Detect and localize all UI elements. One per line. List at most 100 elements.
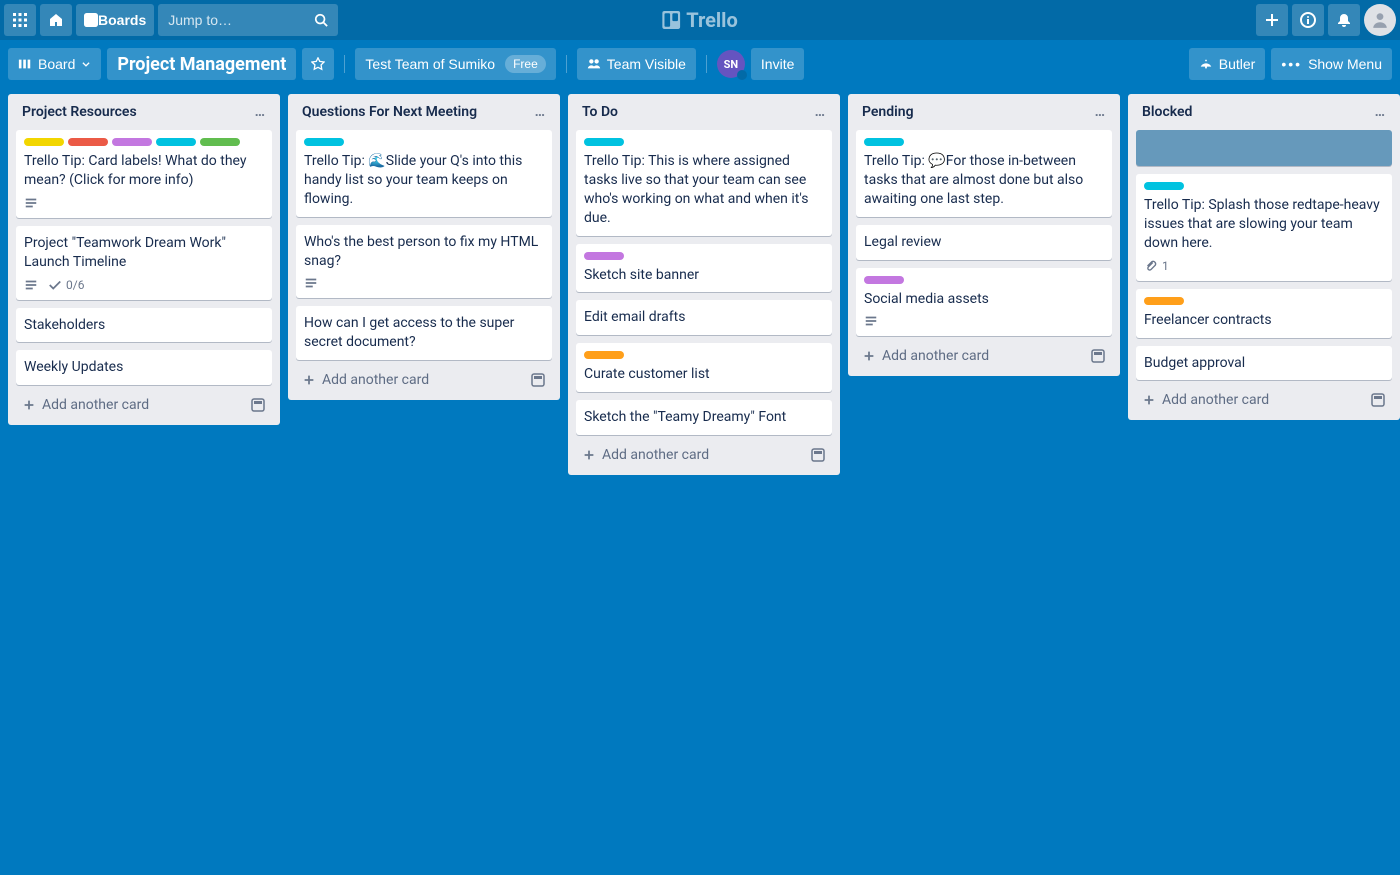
card[interactable]: Edit email drafts: [576, 300, 832, 335]
card[interactable]: Sketch the "Teamy Dreamy" Font: [576, 400, 832, 435]
search-box[interactable]: [158, 4, 338, 36]
add-card-button[interactable]: Add another card: [16, 393, 272, 417]
template-icon[interactable]: [810, 447, 826, 463]
card-labels: [584, 351, 824, 359]
list-title: Pending: [862, 104, 914, 120]
card[interactable]: Trello Tip: Card labels! What do they me…: [16, 130, 272, 218]
add-card-button[interactable]: Add another card: [296, 368, 552, 392]
invite-button[interactable]: Invite: [751, 48, 804, 80]
card[interactable]: Project "Teamwork Dream Work" Launch Tim…: [16, 226, 272, 300]
add-card-label: Add another card: [322, 372, 429, 388]
card-badges: 1: [1144, 259, 1384, 273]
card[interactable]: How can I get access to the super secret…: [296, 306, 552, 360]
card-labels: [864, 138, 1104, 146]
label-orange[interactable]: [584, 351, 624, 359]
label-orange[interactable]: [1144, 297, 1184, 305]
list-menu-button[interactable]: …: [815, 104, 826, 120]
label-green[interactable]: [200, 138, 240, 146]
add-card-button[interactable]: Add another card: [856, 344, 1112, 368]
card-title: Social media assets: [864, 290, 1104, 309]
star-icon: [311, 57, 325, 71]
board-view-switcher[interactable]: Board: [8, 48, 101, 80]
list-menu-button[interactable]: …: [535, 104, 546, 120]
add-card-button[interactable]: Add another card: [576, 443, 832, 467]
badge-checklist: 0/6: [48, 278, 84, 292]
attachment-icon: [1144, 259, 1158, 273]
card[interactable]: Trello Tip: 💬For those in-between tasks …: [856, 130, 1112, 217]
description-icon: [24, 196, 38, 210]
trello-logo-icon: [662, 11, 680, 29]
card-title: Trello Tip: Card labels! What do they me…: [24, 152, 264, 190]
label-purple[interactable]: [864, 276, 904, 284]
description-icon: [304, 276, 318, 290]
apps-button[interactable]: [4, 4, 36, 36]
boards-button[interactable]: Boards: [76, 4, 154, 36]
card[interactable]: Trello Tip: This is where assigned tasks…: [576, 130, 832, 236]
card-labels: [584, 138, 824, 146]
card[interactable]: Who's the best person to fix my HTML sna…: [296, 225, 552, 299]
card[interactable]: Budget approval: [1136, 346, 1392, 381]
label-purple[interactable]: [584, 252, 624, 260]
member-avatar[interactable]: SN: [717, 50, 745, 78]
card[interactable]: Weekly Updates: [16, 350, 272, 385]
team-button[interactable]: Test Team of Sumiko Free: [355, 48, 555, 80]
label-sky[interactable]: [864, 138, 904, 146]
card-labels: [24, 138, 264, 146]
card[interactable]: Trello Tip: 🌊Slide your Q's into this ha…: [296, 130, 552, 217]
bell-icon: [1336, 12, 1352, 28]
apps-icon: [12, 12, 28, 28]
dots-icon: •••: [1281, 56, 1302, 72]
template-icon[interactable]: [1370, 392, 1386, 408]
home-button[interactable]: [40, 4, 72, 36]
list-menu-button[interactable]: …: [1375, 104, 1386, 120]
list-menu-button[interactable]: …: [255, 104, 266, 120]
list-header[interactable]: Project Resources …: [16, 102, 272, 122]
add-card-button[interactable]: Add another card: [1136, 388, 1392, 412]
board-canvas: Project Resources … Trello Tip: Card lab…: [0, 88, 1400, 481]
list-header[interactable]: Blocked …: [1136, 102, 1392, 122]
card-title: Sketch the "Teamy Dreamy" Font: [584, 408, 824, 427]
boards-label: Boards: [98, 12, 146, 28]
card[interactable]: Social media assets: [856, 268, 1112, 337]
list-header[interactable]: Pending …: [856, 102, 1112, 122]
butler-button[interactable]: Butler: [1189, 48, 1266, 80]
notifications-button[interactable]: [1328, 4, 1360, 36]
visibility-button[interactable]: Team Visible: [577, 48, 696, 80]
card[interactable]: Stakeholders: [16, 308, 272, 343]
label-red[interactable]: [68, 138, 108, 146]
label-sky[interactable]: [584, 138, 624, 146]
star-button[interactable]: [302, 48, 334, 80]
label-purple[interactable]: [112, 138, 152, 146]
template-icon[interactable]: [250, 397, 266, 413]
list-menu-button[interactable]: …: [1095, 104, 1106, 120]
list: Project Resources … Trello Tip: Card lab…: [8, 94, 280, 425]
label-yellow[interactable]: [24, 138, 64, 146]
template-icon[interactable]: [1090, 348, 1106, 364]
search-input[interactable]: [168, 12, 308, 28]
card[interactable]: Legal review: [856, 225, 1112, 260]
label-sky[interactable]: [156, 138, 196, 146]
card[interactable]: Sketch site banner: [576, 244, 832, 293]
card[interactable]: Curate customer list: [576, 343, 832, 392]
card[interactable]: Trello Tip: Splash those redtape-heavy i…: [1136, 174, 1392, 281]
user-avatar[interactable]: [1364, 4, 1396, 36]
list-header[interactable]: Questions For Next Meeting …: [296, 102, 552, 122]
label-sky[interactable]: [1144, 182, 1184, 190]
create-button[interactable]: [1256, 4, 1288, 36]
divider: [344, 55, 345, 73]
card-placeholder[interactable]: [1136, 130, 1392, 166]
add-card-label: Add another card: [42, 397, 149, 413]
board-header: Board Project Management Test Team of Su…: [0, 40, 1400, 88]
label-sky[interactable]: [304, 138, 344, 146]
butler-icon: [1199, 57, 1213, 71]
list-header[interactable]: To Do …: [576, 102, 832, 122]
board-title[interactable]: Project Management: [107, 48, 296, 80]
template-icon[interactable]: [530, 372, 546, 388]
badge-desc: [864, 314, 878, 328]
badge-attach: 1: [1144, 259, 1169, 273]
card-title: Trello Tip: 🌊Slide your Q's into this ha…: [304, 152, 544, 209]
info-button[interactable]: [1292, 4, 1324, 36]
list-title: Project Resources: [22, 104, 137, 120]
card[interactable]: Freelancer contracts: [1136, 289, 1392, 338]
show-menu-button[interactable]: ••• Show Menu: [1271, 48, 1392, 80]
